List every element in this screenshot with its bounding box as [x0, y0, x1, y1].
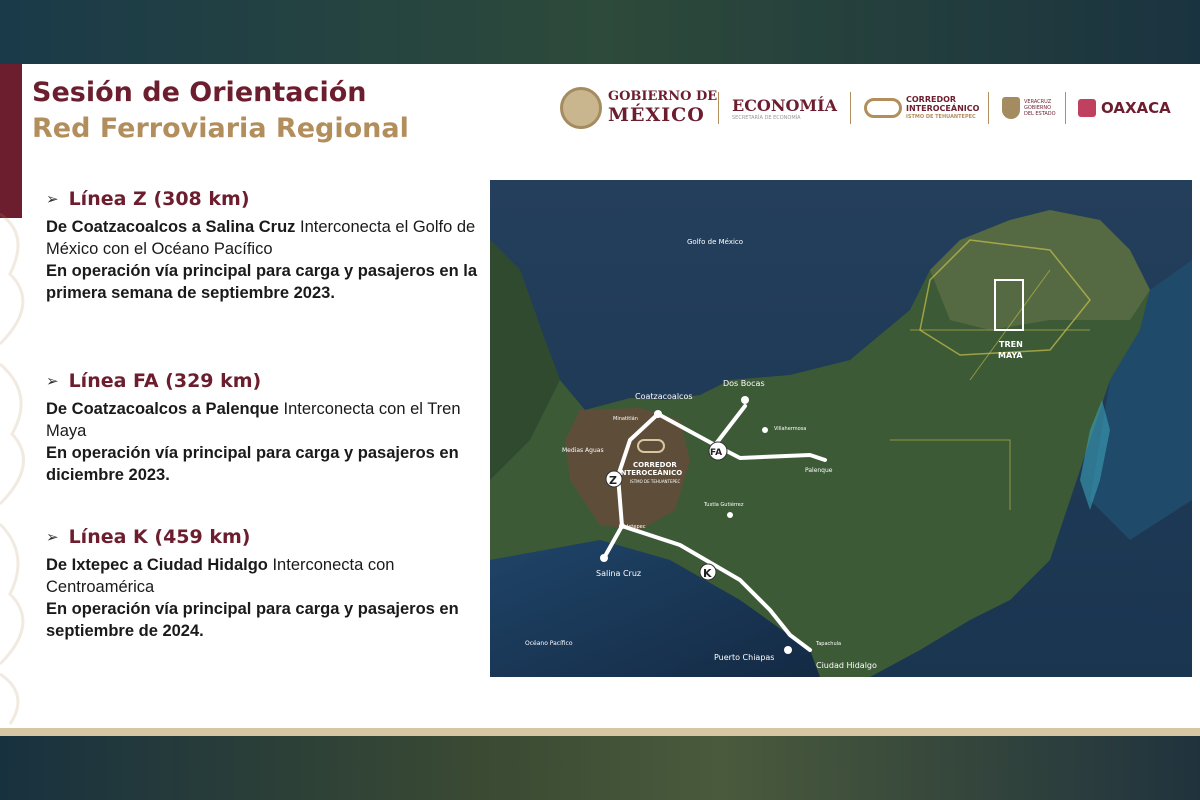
line-z-route: De Coatzacoalcos a Salina Cruz: [46, 218, 296, 236]
city-ciudad-hidalgo: Ciudad Hidalgo: [816, 661, 877, 670]
line-z-marker-text: Z: [609, 474, 617, 487]
veracruz-text-3: DEL ESTADO: [1024, 111, 1056, 117]
line-z-marker: Z: [605, 470, 623, 488]
line-k-block: ➢ Línea K (459 km) De Ixtepec a Ciudad H…: [46, 524, 482, 642]
city-salina-cruz: Salina Cruz: [596, 569, 641, 578]
slide: Sesión de Orientación Red Ferroviaria Re…: [0, 64, 1200, 736]
line-z-block: ➢ Línea Z (308 km) De Coatzacoalcos a Sa…: [46, 186, 482, 304]
city-tuxtla: Tuxtla Gutiérrez: [703, 501, 744, 508]
veracruz-shield-icon: [1002, 97, 1020, 119]
line-z-description: De Coatzacoalcos a Salina Cruz Intercone…: [46, 216, 482, 260]
economia-text: ECONOMÍA: [732, 95, 838, 115]
page-title: Sesión de Orientación: [32, 77, 367, 108]
tren-maya-text-1: TREN: [999, 340, 1023, 349]
corredor-text-1: CORREDOR: [906, 94, 957, 104]
pacific-label: Océano Pacífico: [525, 640, 573, 647]
economia-sub-text: SECRETARÍA DE ECONOMÍA: [732, 114, 801, 121]
corredor-logo: CORREDOR INTEROCEÁNICO ISTMO DE TEHUANTE…: [864, 80, 979, 136]
corredor-map-text-3: ISTMO DE TEHUANTEPEC: [630, 479, 680, 484]
corredor-icon: [864, 98, 902, 118]
corredor-map-text-1: CORREDOR: [633, 461, 677, 469]
airport-icon: [762, 427, 768, 433]
slide-bottom-bar: [0, 728, 1200, 736]
gobierno-top-text: GOBIERNO DE: [608, 89, 718, 104]
city-minatitlan: Minatitlán: [613, 415, 638, 422]
arrow-icon: ➢: [46, 190, 59, 208]
line-fa-status: En operación vía principal para carga y …: [46, 444, 459, 484]
background-top: [0, 0, 1200, 64]
city-puerto-chiapas: Puerto Chiapas: [714, 653, 774, 662]
gobierno-logo: GOBIERNO DE MÉXICO: [560, 80, 717, 136]
city-tapachula: Tapachula: [815, 641, 841, 647]
city-palenque: Palenque: [805, 467, 833, 474]
line-z-heading: ➢ Línea Z (308 km): [46, 186, 482, 212]
header-logos: GOBIERNO DE MÉXICO ECONOMÍA SECRETARÍA D…: [560, 80, 1180, 136]
line-fa-marker: FA: [708, 441, 728, 461]
logo-separator: [718, 92, 719, 124]
economia-logo: ECONOMÍA SECRETARÍA DE ECONOMÍA: [732, 80, 837, 136]
city-dos-bocas: Dos Bocas: [723, 379, 765, 388]
line-k-marker: K: [699, 563, 717, 581]
line-fa-title: Línea FA (329 km): [68, 370, 262, 392]
anchor-icon: [784, 646, 792, 654]
airport-icon: [619, 523, 625, 529]
line-fa-marker-text: FA: [710, 448, 722, 458]
city-coatzacoalcos: Coatzacoalcos: [635, 392, 693, 401]
anchor-icon: [600, 554, 608, 562]
line-k-title: Línea K (459 km): [68, 526, 251, 548]
city-ixtepec: Ixtepec: [627, 524, 646, 530]
seal-icon: [560, 87, 602, 129]
corredor-text-2: INTEROCEÁNICO: [906, 103, 980, 113]
line-k-status: En operación vía principal para carga y …: [46, 600, 459, 640]
gobierno-bottom-text: MÉXICO: [608, 104, 705, 126]
line-z-title: Línea Z (308 km): [68, 188, 250, 210]
oaxaca-text: OAXACA: [1101, 99, 1171, 117]
logo-separator: [1065, 92, 1066, 124]
anchor-icon: [654, 410, 662, 418]
page-subtitle: Red Ferroviaria Regional: [32, 113, 409, 144]
corredor-text-3: ISTMO DE TEHUANTEPEC: [906, 113, 976, 120]
line-z-status: En operación vía principal para carga y …: [46, 262, 478, 302]
line-k-marker-text: K: [703, 567, 712, 580]
line-k-route: De Ixtepec a Ciudad Hidalgo: [46, 556, 268, 574]
line-fa-description: De Coatzacoalcos a Palenque Interconecta…: [46, 398, 482, 442]
background-bottom: [0, 736, 1200, 800]
oaxaca-logo: OAXACA: [1078, 80, 1171, 136]
anchor-icon: [741, 396, 749, 404]
arrow-icon: ➢: [46, 528, 59, 546]
arrow-icon: ➢: [46, 372, 59, 390]
railway-map: Golfo de México Océano Pacífico TREN MAY…: [490, 180, 1192, 677]
line-k-description: De Ixtepec a Ciudad Hidalgo Interconecta…: [46, 554, 482, 598]
corredor-map-text-2: INTEROCEÁNICO: [618, 468, 682, 477]
veracruz-logo: VERACRUZ GOBIERNO DEL ESTADO: [1002, 80, 1056, 136]
line-fa-block: ➢ Línea FA (329 km) De Coatzacoalcos a P…: [46, 368, 482, 486]
oaxaca-icon: [1078, 99, 1096, 117]
airport-icon: [727, 512, 733, 518]
map-svg: Golfo de México Océano Pacífico TREN MAY…: [490, 180, 1192, 677]
city-villahermosa: Villahermosa: [774, 426, 806, 432]
logo-separator: [850, 92, 851, 124]
logo-separator: [988, 92, 989, 124]
gulf-label: Golfo de México: [687, 238, 743, 246]
line-fa-heading: ➢ Línea FA (329 km): [46, 368, 482, 394]
line-k-heading: ➢ Línea K (459 km): [46, 524, 482, 550]
line-fa-route: De Coatzacoalcos a Palenque: [46, 400, 279, 418]
city-medias-aguas: Medias Aguas: [562, 447, 604, 454]
tren-maya-text-2: MAYA: [998, 351, 1023, 360]
